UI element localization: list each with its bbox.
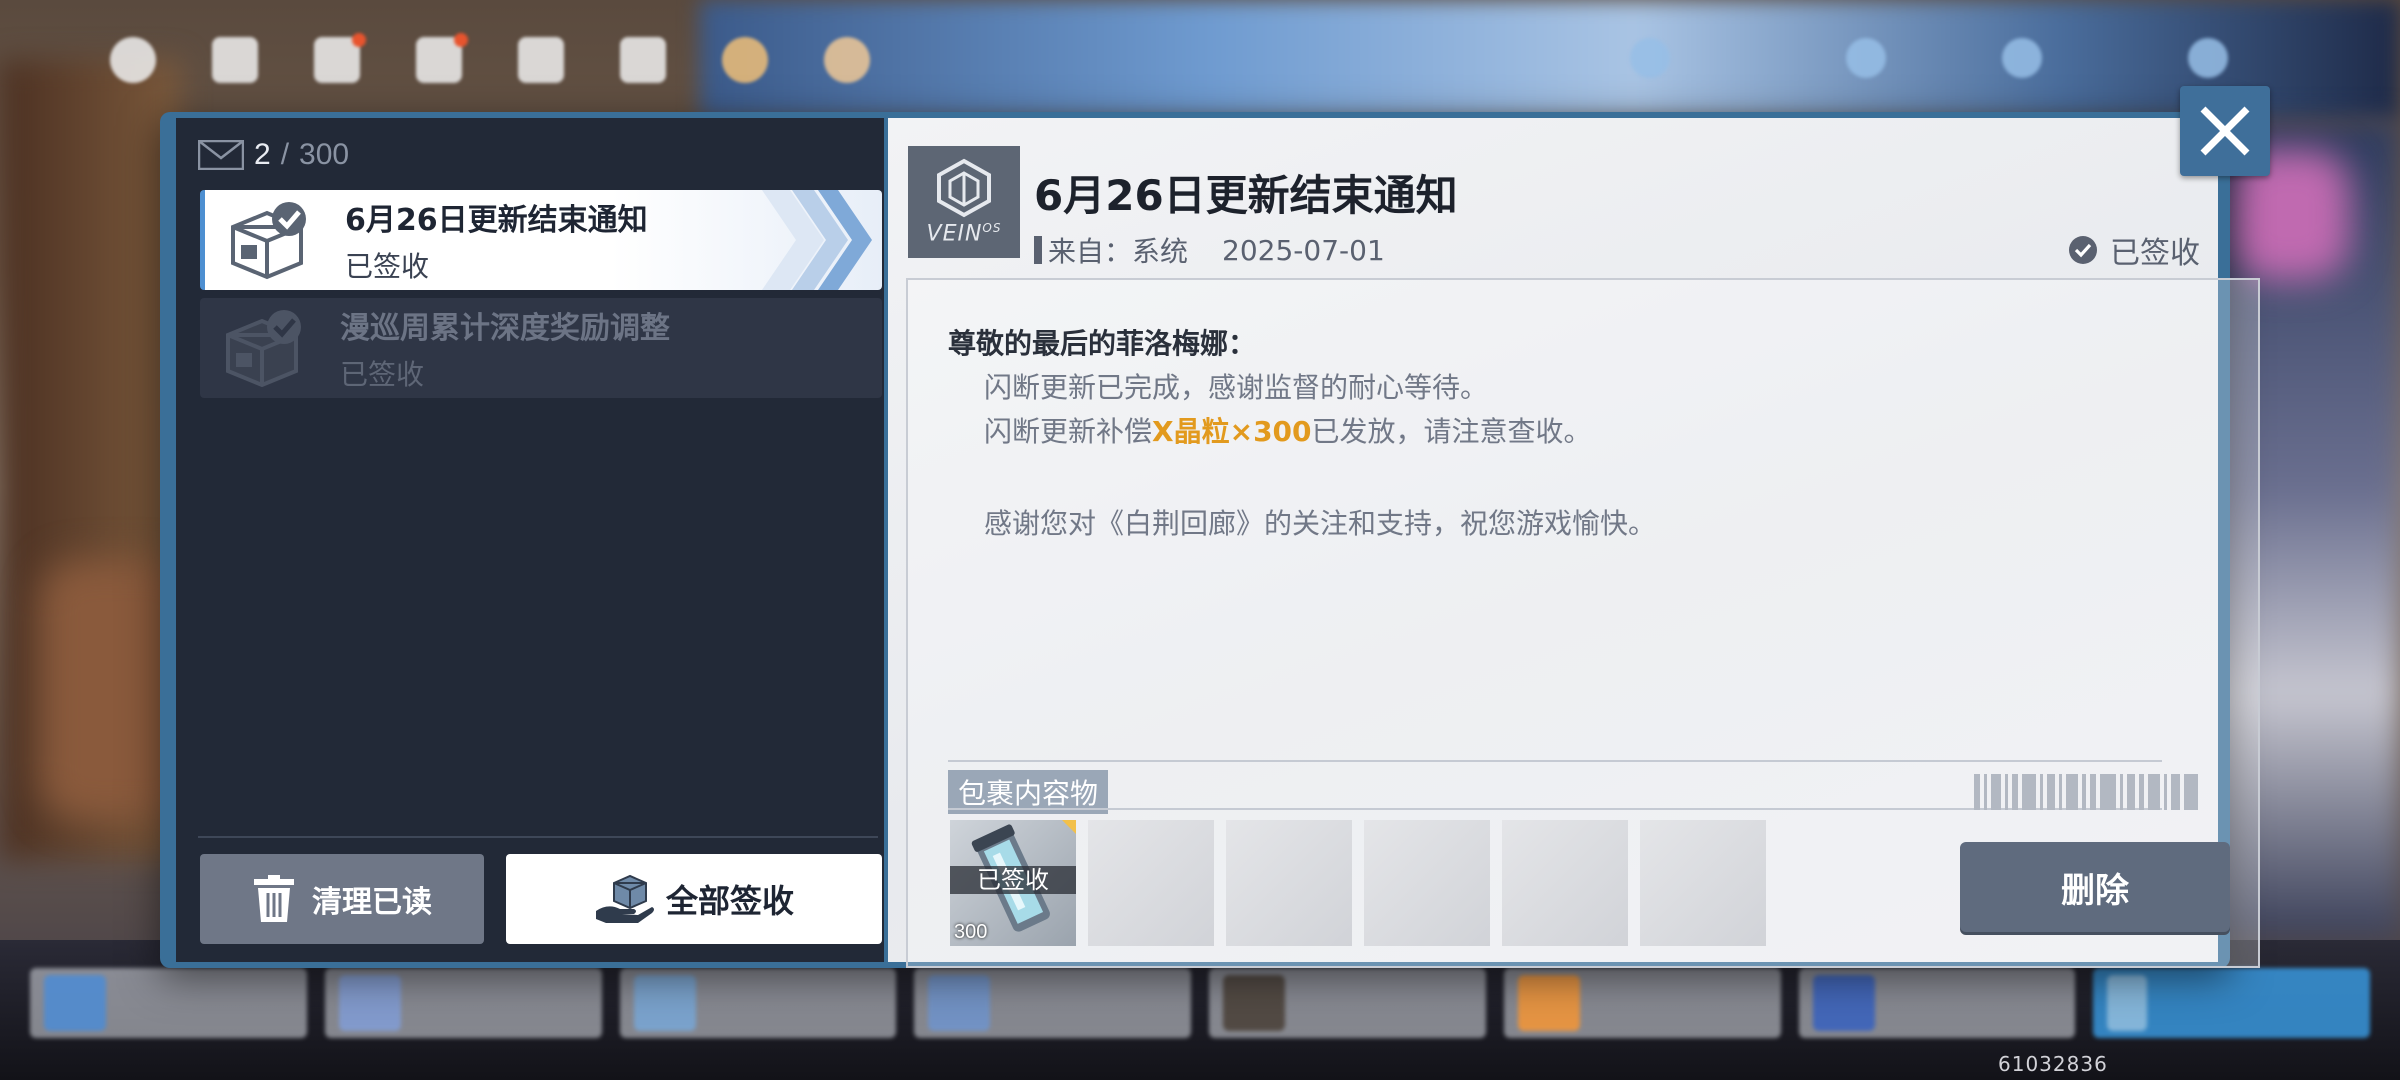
barcode-decoration <box>1974 774 2234 810</box>
mail-body: 尊敬的最后的菲洛梅娜： 闪断更新已完成，感谢监督的耐心等待。 闪断更新补偿X晶粒… <box>906 278 2260 968</box>
task-hud-icon <box>314 33 366 83</box>
meta-bar <box>1034 236 1042 264</box>
selected-chevron-icon <box>762 190 872 290</box>
check-circle-icon <box>2069 236 2097 264</box>
attachment-slot-empty <box>1502 820 1628 946</box>
shop-hud-icon <box>518 37 564 83</box>
notice-hud-icon <box>416 33 468 83</box>
user-id: 61032836 <box>1998 1052 2108 1076</box>
attachment-slot-empty <box>1364 820 1490 946</box>
attachment-slot-empty <box>1640 820 1766 946</box>
mail-greeting: 尊敬的最后的菲洛梅娜： <box>948 327 1257 360</box>
taskbar-item <box>324 968 602 1038</box>
attachments-divider <box>948 760 2162 762</box>
taskbar-item <box>30 968 307 1038</box>
claimed-status-label: 已签收 <box>2110 236 2200 271</box>
currency-icon <box>2188 38 2228 78</box>
mail-body-line: 闪断更新已完成，感谢监督的耐心等待。 <box>984 371 1489 404</box>
attachment-slot-empty <box>1088 820 1214 946</box>
mail-list: 6月26日更新结束通知 已签收 漫巡周累计深度奖励调整 已签收 <box>200 190 882 406</box>
list-divider <box>198 836 878 838</box>
attachment-claimed-tag: 已签收 <box>950 866 1076 894</box>
attachment-slot[interactable]: 已签收 300 <box>950 820 1076 946</box>
taskbar-item <box>1503 968 1781 1038</box>
claim-all-button[interactable]: 全部签收 <box>506 854 882 944</box>
mail-date: 2025-07-01 <box>1222 233 1385 267</box>
mail-title: 6月26日更新结束通知 <box>345 203 648 238</box>
mail-count-total: 300 <box>299 138 350 171</box>
mail-window: 2 / 300 6月26日更新结束通知 已签收 漫巡周累计深度奖励调整 已签收 清理… <box>160 112 2260 968</box>
sender-name: 系统 <box>1132 235 1189 268</box>
rarity-corner <box>1062 820 1076 834</box>
claimed-status: 已签收 <box>2068 228 2200 272</box>
claimed-package-icon <box>226 310 301 388</box>
reward-highlight: X晶粒×300 <box>1152 415 1312 448</box>
mail-list-panel: 2 / 300 6月26日更新结束通知 已签收 漫巡周累计深度奖励调整 已签收 清理… <box>172 118 884 962</box>
sender-logo: VEINOS <box>908 146 1020 258</box>
mail-count-separator: / <box>280 138 290 171</box>
mail-list-item[interactable]: 漫巡周累计深度奖励调整 已签收 <box>200 298 882 398</box>
mail-hud-icon <box>212 37 258 83</box>
mail-status: 已签收 <box>345 250 430 283</box>
stamina-icon <box>1630 38 1670 78</box>
mail-status: 已签收 <box>340 358 425 391</box>
mail-meta: 来自： 系统 2025-07-01 <box>1034 230 1385 270</box>
claim-all-label: 全部签收 <box>665 882 794 920</box>
clear-read-label: 清理已读 <box>312 885 432 920</box>
logo-text: VEIN <box>926 221 983 247</box>
delete-button[interactable]: 删除 <box>1960 842 2230 932</box>
close-button[interactable] <box>2180 86 2270 176</box>
clear-read-button[interactable]: 清理已读 <box>200 854 484 944</box>
attachment-slot-empty <box>1226 820 1352 946</box>
mail-body-line: 感谢您对《白荆回廊》的关注和支持，祝您游戏愉快。 <box>984 507 1657 540</box>
mail-detail-panel: VEINOS 6月26日更新结束通知 来自： 系统 2025-07-01 已签收… <box>884 118 2260 968</box>
settings-icon <box>110 37 156 83</box>
avatar-hud-icon <box>824 37 870 83</box>
mail-list-item-selected[interactable]: 6月26日更新结束通知 已签收 <box>200 190 882 290</box>
bag-hud-icon <box>620 37 666 83</box>
mail-count-current: 2 <box>254 138 271 171</box>
mail-count: 2 / 300 <box>198 138 349 172</box>
sender-label: 来自： <box>1048 235 1133 268</box>
resource-bar <box>1630 36 2228 80</box>
crystal-icon <box>2002 38 2042 78</box>
taskbar-item <box>1209 968 1486 1038</box>
mail-body-line: 闪断更新补偿X晶粒×300已发放，请注意查收。 <box>984 410 1592 450</box>
hand-package-icon <box>595 874 654 923</box>
claimed-package-icon <box>231 202 306 280</box>
logo-sup: OS <box>982 221 1002 236</box>
attachment-quantity: 300 <box>954 921 988 943</box>
mail-title: 漫巡周累计深度奖励调整 <box>340 311 670 346</box>
envelope-icon <box>198 140 244 170</box>
vein-logo-icon <box>937 159 991 218</box>
line2-suffix: 已发放，请注意查收。 <box>1311 415 1592 448</box>
taskbar-item <box>2093 968 2370 1038</box>
taskbar-item <box>1798 968 2076 1038</box>
event-hud-icon <box>722 37 768 83</box>
mail-subject: 6月26日更新结束通知 <box>1034 171 1458 220</box>
line2-prefix: 闪断更新补偿 <box>984 415 1153 448</box>
close-icon <box>2200 106 2250 156</box>
bottom-taskbar <box>30 968 2370 1038</box>
gem-icon <box>1846 38 1886 78</box>
taskbar-item <box>619 968 897 1038</box>
taskbar-item <box>914 968 1191 1038</box>
trash-icon <box>254 875 294 922</box>
